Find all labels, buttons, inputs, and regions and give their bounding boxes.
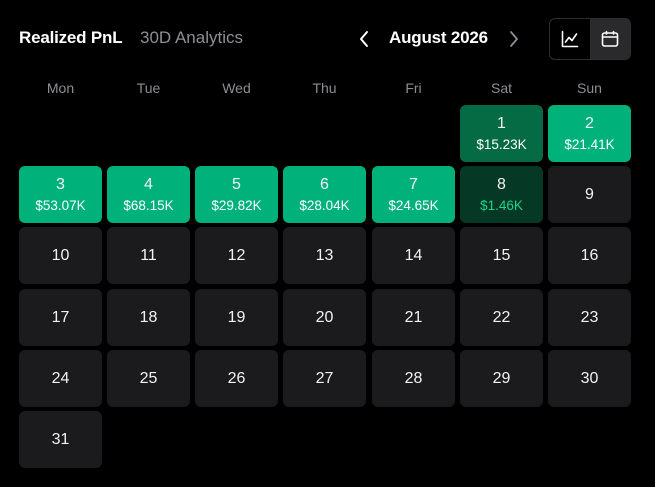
day-number: 13: [315, 246, 334, 264]
day-pnl: $1.46K: [480, 197, 523, 213]
day-cell-2[interactable]: 2 $21.41K: [548, 105, 631, 162]
day-cell-16[interactable]: 16: [548, 227, 631, 284]
day-number: 11: [140, 246, 157, 264]
day-number: 19: [227, 308, 246, 326]
calendar-icon: [601, 30, 619, 47]
day-cell-28[interactable]: 28: [372, 350, 455, 407]
weekday-thu: Thu: [312, 80, 337, 96]
day-cell-11[interactable]: 11: [107, 227, 190, 284]
day-pnl: $53.07K: [35, 197, 86, 213]
weekday-mon: Mon: [46, 80, 75, 96]
day-number: 7: [409, 175, 418, 193]
day-number: 3: [56, 175, 65, 193]
month-label: August 2026: [389, 28, 488, 47]
day-number: 22: [492, 308, 511, 326]
day-cell-25[interactable]: 25: [107, 350, 190, 407]
day-number: 20: [315, 308, 334, 326]
day-number: 8: [497, 175, 506, 193]
calendar-grid: 1 $15.23K 2 $21.41K 3 $53.07K 4 $68.15K …: [19, 105, 631, 469]
day-number: 9: [585, 185, 594, 203]
day-cell-12[interactable]: 12: [195, 227, 278, 284]
weekday-fri: Fri: [405, 80, 422, 96]
day-number: 18: [139, 308, 158, 326]
day-number: 30: [580, 369, 599, 387]
chevron-left-icon: [360, 31, 368, 47]
day-number: 24: [51, 369, 70, 387]
day-cell-4[interactable]: 4 $68.15K: [107, 166, 190, 223]
day-number: 31: [51, 430, 70, 448]
day-cell-22[interactable]: 22: [460, 289, 543, 346]
day-number: 26: [227, 369, 246, 387]
day-number: 4: [144, 175, 153, 193]
day-cell-23[interactable]: 23: [548, 289, 631, 346]
day-cell-19[interactable]: 19: [195, 289, 278, 346]
weekday-header-row: Mon Tue Wed Thu Fri Sat Sun: [19, 80, 631, 100]
calendar-view-button[interactable]: [589, 19, 630, 59]
day-number: 23: [580, 308, 599, 326]
day-cell-1[interactable]: 1 $15.23K: [460, 105, 543, 162]
day-cell-10[interactable]: 10: [19, 227, 102, 284]
day-cell-18[interactable]: 18: [107, 289, 190, 346]
day-cell-26[interactable]: 26: [195, 350, 278, 407]
tab-realized-pnl[interactable]: Realized PnL: [19, 28, 123, 48]
header: Realized PnL 30D Analytics August 2026: [0, 0, 655, 80]
day-cell-21[interactable]: 21: [372, 289, 455, 346]
day-pnl: $21.41K: [564, 136, 615, 152]
day-cell-13[interactable]: 13: [283, 227, 366, 284]
chart-view-button[interactable]: [550, 19, 590, 59]
day-cell-30[interactable]: 30: [548, 350, 631, 407]
day-cell-31[interactable]: 31: [19, 411, 102, 468]
day-cell-15[interactable]: 15: [460, 227, 543, 284]
day-pnl: $24.65K: [388, 197, 439, 213]
day-cell-8[interactable]: 8 $1.46K: [460, 166, 543, 223]
day-number: 6: [320, 175, 329, 193]
day-pnl: $29.82K: [211, 197, 262, 213]
day-number: 1: [497, 114, 506, 132]
day-cell-7[interactable]: 7 $24.65K: [372, 166, 455, 223]
day-pnl: $15.23K: [476, 136, 527, 152]
weekday-wed: Wed: [222, 80, 251, 96]
day-cell-17[interactable]: 17: [19, 289, 102, 346]
day-cell-14[interactable]: 14: [372, 227, 455, 284]
chevron-right-icon: [510, 31, 518, 47]
weekday-tue: Tue: [136, 80, 161, 96]
weekday-sat: Sat: [490, 80, 512, 96]
day-cell-9[interactable]: 9: [548, 166, 631, 223]
day-number: 29: [492, 369, 511, 387]
day-pnl: $68.15K: [123, 197, 174, 213]
day-cell-20[interactable]: 20: [283, 289, 366, 346]
day-cell-27[interactable]: 27: [283, 350, 366, 407]
day-number: 14: [404, 246, 423, 264]
day-cell-5[interactable]: 5 $29.82K: [195, 166, 278, 223]
day-number: 25: [139, 369, 158, 387]
line-chart-icon: [561, 30, 579, 48]
day-cell-29[interactable]: 29: [460, 350, 543, 407]
day-pnl: $28.04K: [299, 197, 350, 213]
prev-month-button[interactable]: [354, 28, 374, 50]
day-number: 5: [232, 175, 241, 193]
day-number: 21: [404, 308, 423, 326]
day-cell-24[interactable]: 24: [19, 350, 102, 407]
next-month-button[interactable]: [504, 28, 524, 50]
day-number: 17: [51, 308, 70, 326]
day-number: 27: [315, 369, 334, 387]
day-number: 16: [580, 246, 599, 264]
tab-30d-analytics[interactable]: 30D Analytics: [140, 28, 243, 48]
view-toggle: [549, 18, 631, 60]
day-number: 12: [227, 246, 246, 264]
day-number: 2: [585, 114, 594, 132]
day-number: 10: [51, 246, 70, 264]
day-number: 15: [492, 246, 511, 264]
weekday-sun: Sun: [577, 80, 602, 96]
day-cell-3[interactable]: 3 $53.07K: [19, 166, 102, 223]
day-cell-6[interactable]: 6 $28.04K: [283, 166, 366, 223]
day-number: 28: [404, 369, 423, 387]
